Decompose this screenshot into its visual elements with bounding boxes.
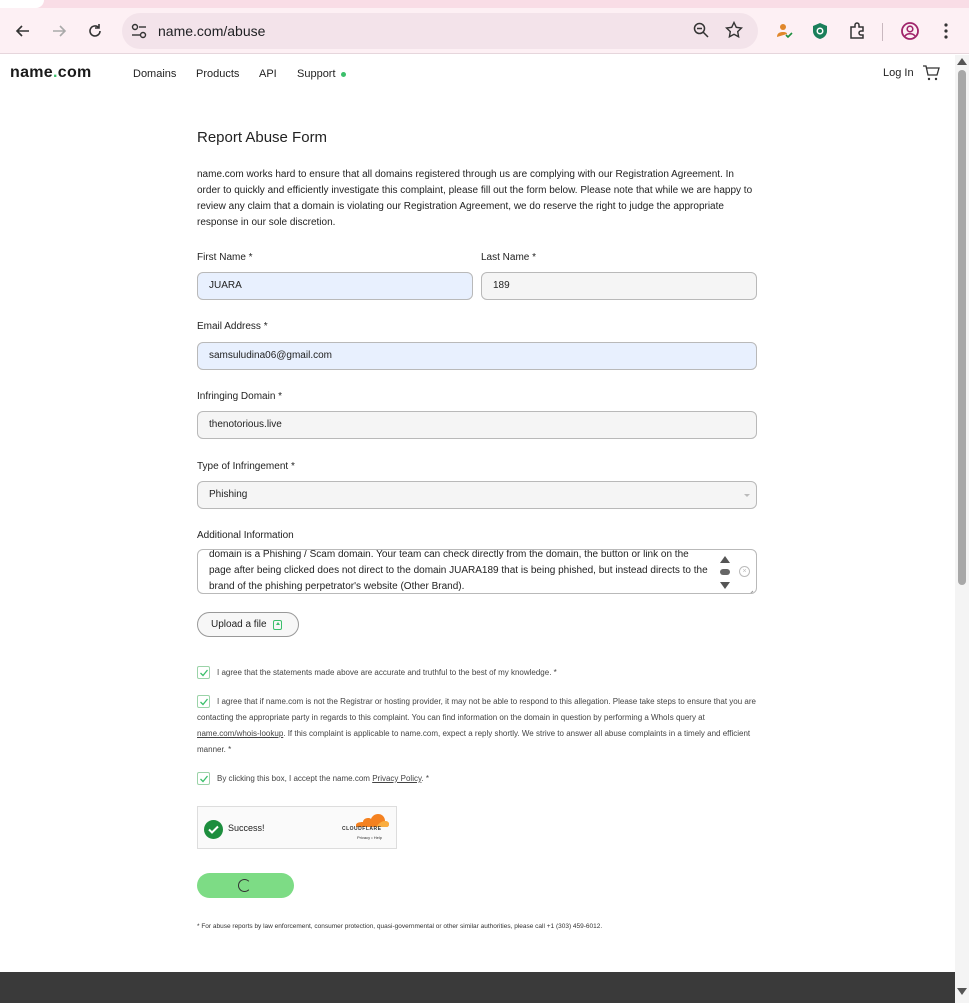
captcha-links[interactable]: Privacy • Help: [357, 835, 382, 840]
resize-handle-icon[interactable]: [746, 585, 754, 593]
more-icon[interactable]: [934, 19, 958, 43]
login-link[interactable]: Log In: [883, 67, 914, 79]
site-logo[interactable]: name.com: [10, 64, 92, 82]
back-icon[interactable]: [10, 18, 36, 44]
site-settings-icon[interactable]: [130, 22, 148, 40]
browser-tab-strip: [0, 0, 969, 8]
page-scrollbar-thumb[interactable]: [958, 70, 966, 585]
nav-domains[interactable]: Domains: [133, 68, 176, 80]
browser-tab[interactable]: [0, 0, 44, 8]
scroll-down-arrow-icon[interactable]: [957, 988, 967, 995]
page-title: Report Abuse Form: [197, 129, 328, 146]
upload-file-button[interactable]: Upload a file: [197, 612, 299, 637]
clear-icon[interactable]: ×: [739, 566, 750, 577]
additional-info-textarea[interactable]: domain is a Phishing / Scam domain. Your…: [197, 549, 757, 594]
textarea-scroll-up-icon[interactable]: [720, 556, 730, 563]
nav-support[interactable]: Support: [297, 68, 336, 80]
zoom-icon[interactable]: [692, 21, 710, 44]
cloudflare-captcha[interactable]: Success! CLOUDFLARE Privacy • Help: [197, 806, 397, 849]
submit-button[interactable]: [197, 873, 294, 898]
support-status-dot: [341, 72, 346, 77]
agree-privacy-checkbox[interactable]: [197, 772, 210, 785]
shield-extension-icon[interactable]: [808, 19, 832, 43]
textarea-scroll-down-icon[interactable]: [720, 582, 730, 589]
infringing-domain-label: Infringing Domain *: [197, 391, 283, 402]
cloudflare-brand-text: CLOUDFLARE: [342, 826, 382, 832]
infringing-domain-field[interactable]: thenotorious.live: [197, 411, 757, 439]
cart-icon[interactable]: [922, 64, 940, 87]
upload-file-label: Upload a file: [211, 619, 267, 630]
whois-lookup-link[interactable]: name.com/whois-lookup: [197, 729, 283, 738]
additional-info-text[interactable]: domain is a Phishing / Scam domain. Your…: [209, 550, 709, 593]
law-enforcement-footnote: * For abuse reports by law enforcement, …: [197, 923, 603, 930]
profile-extension-icon[interactable]: [772, 19, 796, 43]
scroll-up-arrow-icon[interactable]: [957, 58, 967, 65]
forward-icon[interactable]: [46, 18, 72, 44]
puzzle-icon[interactable]: [845, 19, 869, 43]
url-text[interactable]: name.com/abuse: [158, 23, 265, 39]
agree-accuracy-checkbox[interactable]: [197, 666, 210, 679]
privacy-policy-link[interactable]: Privacy Policy: [372, 774, 421, 783]
last-name-label: Last Name *: [481, 252, 537, 263]
infringement-type-select[interactable]: Phishing: [197, 481, 757, 509]
nav-products[interactable]: Products: [196, 68, 239, 80]
first-name-field[interactable]: JUARA: [197, 272, 473, 300]
email-field[interactable]: samsuludina06@gmail.com: [197, 342, 757, 370]
toolbar-separator: [882, 23, 883, 41]
nav-api[interactable]: API: [259, 68, 277, 80]
agree-registrar-text: I agree that if name.com is not the Regi…: [197, 697, 756, 754]
agree-privacy-text: By clicking this box, I accept the name.…: [217, 774, 429, 783]
textarea-scroll-thumb[interactable]: [720, 569, 730, 575]
chevron-down-icon: [744, 494, 750, 497]
captcha-status-text: Success!: [228, 823, 265, 833]
site-footer: [0, 972, 955, 1003]
email-label: Email Address *: [197, 321, 268, 332]
loading-spinner-icon: [238, 879, 251, 892]
agree-accuracy-text: I agree that the statements made above a…: [217, 668, 557, 677]
reload-icon[interactable]: [82, 18, 108, 44]
success-check-icon: [204, 820, 223, 839]
site-header: name.com Domains Products API Support Lo…: [0, 55, 955, 95]
star-icon[interactable]: [724, 20, 744, 44]
first-name-label: First Name *: [197, 252, 253, 263]
infringement-type-label: Type of Infringement *: [197, 461, 295, 472]
last-name-field[interactable]: 189: [481, 272, 757, 300]
upload-icon: [272, 619, 282, 630]
check-icon: [200, 669, 209, 677]
intro-text: name.com works hard to ensure that all d…: [197, 169, 753, 228]
check-icon: [200, 775, 209, 783]
account-icon[interactable]: [898, 19, 922, 43]
browser-toolbar: name.com/abuse: [0, 8, 969, 54]
address-bar[interactable]: name.com/abuse: [122, 13, 758, 49]
additional-info-label: Additional Information: [197, 530, 294, 541]
